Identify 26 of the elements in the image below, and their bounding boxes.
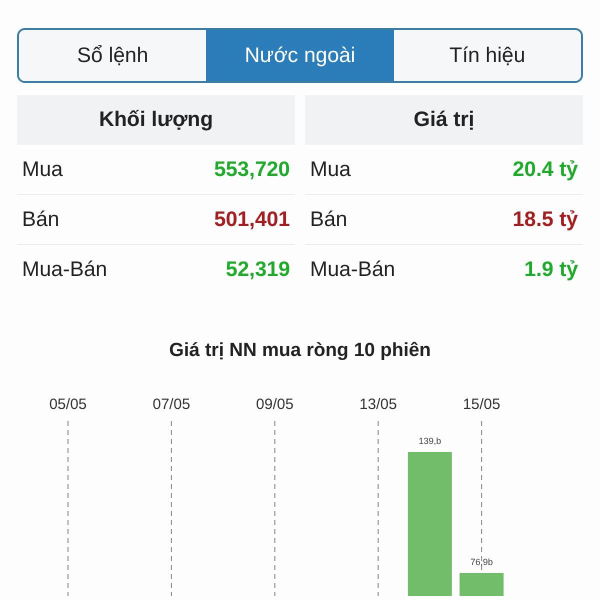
tab[interactable]: Sổ lệnh <box>19 30 206 81</box>
chart-title: Giá trị NN mua ròng 10 phiên <box>168 339 432 363</box>
row-label: Bán <box>310 206 348 233</box>
row-value: 501,401 <box>214 206 290 233</box>
axis-label: 09/05 <box>256 396 294 412</box>
row-label: Mua-Bán <box>22 257 108 284</box>
row-label: Mua <box>310 156 351 183</box>
row-value: 52,319 <box>226 257 290 284</box>
row-label: Mua <box>22 156 63 183</box>
row-value: 553,720 <box>214 156 290 183</box>
row-value: 20.4 tỷ <box>512 156 578 183</box>
bar-value-label: 139,b <box>418 436 442 446</box>
tab[interactable]: Nước ngoài <box>206 30 394 81</box>
row-label: Mua-Bán <box>310 257 396 284</box>
axis-label: 07/05 <box>152 396 190 412</box>
row-value: 1.9 tỷ <box>524 257 578 284</box>
column-header: Khối lượng <box>17 95 295 145</box>
axis-label: 13/05 <box>359 396 397 412</box>
row-value: 18.5 tỷ <box>512 206 578 233</box>
axis-label: 15/05 <box>462 396 500 412</box>
column-header: Giá trị <box>305 95 583 145</box>
tab[interactable]: Tín hiệu <box>394 30 581 81</box>
axis-label: 05/05 <box>49 396 87 412</box>
bar-value-label: 76,9b <box>470 556 493 566</box>
row-label: Bán <box>22 206 60 233</box>
bar <box>460 572 504 596</box>
